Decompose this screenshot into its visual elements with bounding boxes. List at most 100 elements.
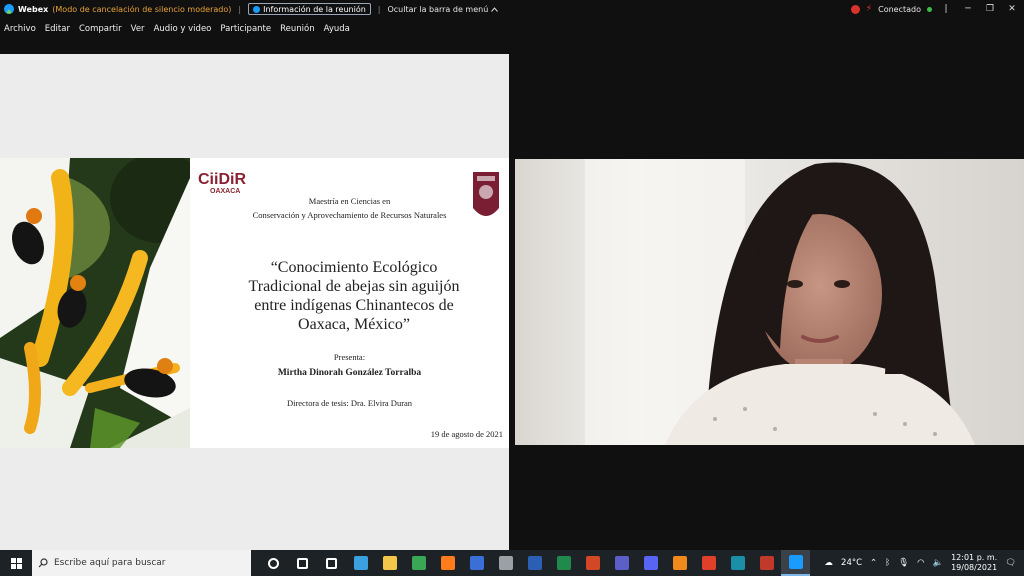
firefox-icon	[440, 556, 455, 570]
file-explorer-taskbar-button[interactable]	[375, 550, 404, 576]
app-teal-icon	[730, 556, 745, 570]
remote-desktop-icon	[353, 556, 368, 570]
webex-logo-icon	[4, 4, 14, 14]
taskbar-search-box[interactable]: Escribe aquí para buscar	[32, 550, 251, 576]
menu-editar[interactable]: Editar	[45, 24, 70, 34]
slide-title-line: Tradicional de abejas sin aguijón	[248, 278, 460, 295]
chrome-taskbar-button[interactable]	[404, 550, 433, 576]
presentation-slide: CiiDiR OAXACA Maestría en Ciencias en Co…	[0, 158, 509, 448]
webex-window: Webex (Modo de cancelación de silencio m…	[0, 0, 1024, 576]
vlc-taskbar-button[interactable]	[665, 550, 694, 576]
calculator-icon	[498, 556, 513, 570]
taskbar-app-icons	[259, 550, 810, 576]
menu-archivo[interactable]: Archivo	[4, 24, 36, 34]
clock-date: 19/08/2021	[951, 563, 998, 572]
slide-title: “Conocimiento Ecológico Tradicional de a…	[220, 258, 488, 334]
restore-button[interactable]: ❐	[982, 4, 998, 14]
file-explorer-icon	[382, 556, 397, 570]
settings-icon	[326, 557, 337, 569]
bees-on-flower-image	[0, 158, 190, 448]
menu-compartir[interactable]: Compartir	[79, 24, 122, 34]
app-name: Webex	[18, 4, 49, 14]
chrome-icon	[411, 556, 426, 570]
thesis-director: Directora de tesis: Dra. Elvira Duran	[286, 398, 413, 408]
windows-taskbar: Escribe aquí para buscar ☁ 24°C ⌃ ᛒ 🎙 ◠ …	[0, 550, 1024, 576]
meeting-info-button[interactable]: Información de la reunión	[248, 3, 371, 15]
discord-icon	[643, 556, 658, 570]
webex-icon	[788, 555, 803, 569]
separator: |	[377, 4, 381, 14]
separator: |	[238, 4, 242, 14]
discord-taskbar-button[interactable]	[636, 550, 665, 576]
menu-ver[interactable]: Ver	[131, 24, 145, 34]
window-separator-icon: |	[944, 4, 948, 14]
cortana-icon	[268, 557, 279, 569]
info-icon	[253, 5, 261, 13]
temperature[interactable]: 24°C	[841, 558, 862, 568]
svg-text:CiiDiR: CiiDiR	[198, 171, 246, 188]
app-red-icon	[701, 556, 716, 570]
word-taskbar-button[interactable]	[520, 550, 549, 576]
clock-time: 12:01 p. m.	[951, 553, 998, 562]
hide-menu-bar-button[interactable]: Ocultar la barra de menú	[387, 4, 499, 14]
slide-text-area: CiiDiR OAXACA Maestría en Ciencias en Co…	[190, 158, 509, 448]
microphone-icon[interactable]: 🎙	[898, 558, 909, 568]
chevron-up-icon	[491, 6, 499, 12]
presenter-name: Mirtha Dinorah González Torralba	[277, 368, 422, 378]
ciidir-logo: CiiDiR OAXACA	[198, 171, 246, 194]
network-icon[interactable]: ⚡	[866, 4, 872, 14]
cortana-taskbar-button[interactable]	[259, 550, 288, 576]
program-line-2: Conservación y Aprovechamiento de Recurs…	[252, 210, 447, 220]
task-view-taskbar-button[interactable]	[288, 550, 317, 576]
slide-title-line: entre indígenas Chinantecos de	[254, 297, 454, 314]
shared-content-area: CiiDiR OAXACA Maestría en Ciencias en Co…	[0, 54, 509, 550]
noise-mode-text: (Modo de cancelación de silencio moderad…	[52, 4, 232, 14]
cap-app-taskbar-button[interactable]	[462, 550, 491, 576]
app-dark-icon	[759, 556, 774, 570]
clock[interactable]: 12:01 p. m. 19/08/2021	[951, 553, 997, 573]
teams-taskbar-button[interactable]	[607, 550, 636, 576]
slide-title-line: Oaxaca, México”	[298, 316, 410, 333]
minimize-button[interactable]: ─	[960, 4, 976, 14]
recording-icon[interactable]	[850, 4, 860, 14]
webex-taskbar-button[interactable]	[781, 550, 810, 576]
menu-bar: Archivo Editar Compartir Ver Audio y vid…	[0, 20, 350, 38]
bluetooth-icon[interactable]: ᛒ	[885, 558, 890, 568]
cap-app-icon	[469, 556, 484, 570]
volume-icon[interactable]: 🔈	[933, 558, 944, 568]
menu-audio-video[interactable]: Audio y video	[154, 24, 212, 34]
calculator-taskbar-button[interactable]	[491, 550, 520, 576]
vlc-icon	[672, 556, 687, 570]
search-icon	[38, 558, 48, 568]
connection-status: Conectado	[878, 4, 921, 14]
notification-icon[interactable]: 🗨	[1005, 558, 1016, 568]
powerpoint-icon	[585, 556, 600, 570]
app-teal-taskbar-button[interactable]	[723, 550, 752, 576]
slide-title-line: “Conocimiento Ecológico	[270, 259, 438, 276]
remote-desktop-taskbar-button[interactable]	[346, 550, 375, 576]
settings-taskbar-button[interactable]	[317, 550, 346, 576]
app-dark-taskbar-button[interactable]	[752, 550, 781, 576]
wifi-icon[interactable]: ◠	[917, 558, 924, 568]
slide-date: 19 de agosto de 2021	[430, 429, 503, 439]
close-button[interactable]: ✕	[1004, 4, 1020, 14]
chevron-up-icon[interactable]: ⌃	[870, 558, 877, 568]
menu-participante[interactable]: Participante	[220, 24, 271, 34]
weather-cloud-icon[interactable]: ☁	[825, 558, 834, 568]
participant-video[interactable]	[515, 159, 1024, 445]
powerpoint-taskbar-button[interactable]	[578, 550, 607, 576]
word-icon	[527, 556, 542, 570]
menu-reunion[interactable]: Reunión	[280, 24, 314, 34]
search-placeholder: Escribe aquí para buscar	[54, 558, 166, 568]
app-red-taskbar-button[interactable]	[694, 550, 723, 576]
presenta-label: Presenta:	[333, 352, 366, 362]
task-view-icon	[297, 557, 308, 569]
meeting-info-label: Información de la reunión	[263, 4, 366, 14]
participant-video-image	[515, 159, 1024, 445]
connected-dot-icon	[927, 6, 932, 12]
hide-menu-label: Ocultar la barra de menú	[387, 4, 489, 14]
menu-ayuda[interactable]: Ayuda	[324, 24, 350, 34]
excel-taskbar-button[interactable]	[549, 550, 578, 576]
start-button[interactable]	[0, 550, 32, 576]
firefox-taskbar-button[interactable]	[433, 550, 462, 576]
